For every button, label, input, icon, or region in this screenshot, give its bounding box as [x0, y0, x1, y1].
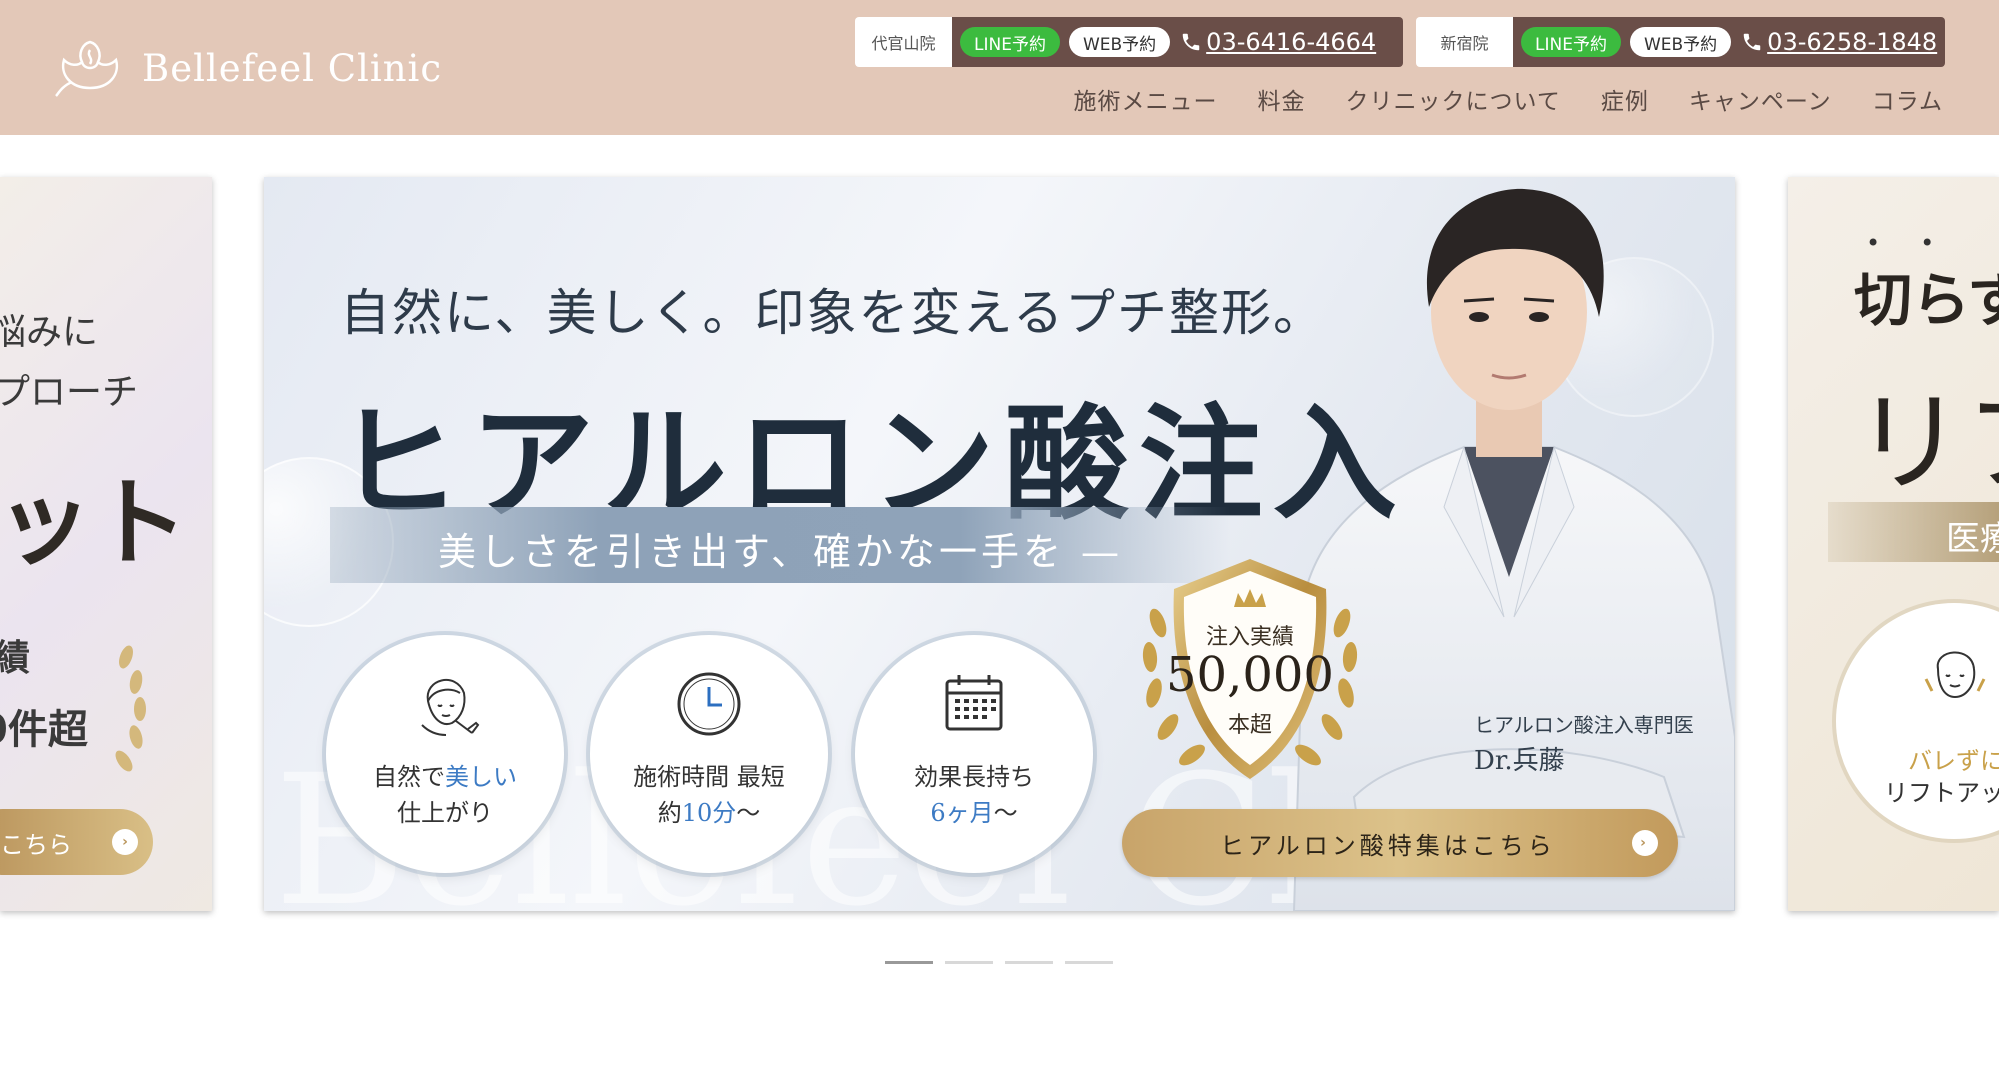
- carousel-slide-next[interactable]: •• 切らず リフ 医療 バレずに リフトアッ: [1788, 177, 1999, 911]
- feature-long-lasting: 効果長持ち 6ヶ月〜: [855, 635, 1093, 873]
- nav-treatment-menu[interactable]: 施術メニュー: [1074, 82, 1218, 116]
- cta-label: ヒアルロン酸特集はこちら: [1220, 831, 1556, 860]
- feature-highlight: 6ヶ月: [930, 799, 994, 827]
- phone-number: 03-6258-1848: [1767, 28, 1938, 56]
- calendar-icon: [945, 675, 1003, 731]
- branch-name: 新宿院: [1416, 17, 1513, 67]
- feature-text: リフトアッ: [1884, 779, 1999, 807]
- feature-natural-beauty: 自然で美しい 仕上がり: [326, 635, 564, 873]
- carousel-dot-2[interactable]: [945, 961, 993, 964]
- feature-text-part: 自然で: [373, 763, 445, 791]
- feature-text: 施術時間 最短 約10分〜: [633, 759, 785, 831]
- phone-icon: [1743, 33, 1761, 51]
- achievement-count: 0件超: [0, 706, 88, 753]
- phone-number: 03-6416-4664: [1206, 28, 1377, 56]
- clock-icon: [677, 672, 741, 736]
- feature-text: 効果長持ち 6ヶ月〜: [914, 759, 1034, 831]
- feature-text-part: 〜: [993, 799, 1018, 827]
- site-header: Bellefeel Clinic 代官山院 LINE予約 WEB予約 03-64…: [0, 0, 1999, 135]
- slide-subtitle: 自然に、美しく。印象を変えるプチ整形。: [340, 284, 1325, 342]
- slide-tagline: 医療: [1946, 519, 1999, 559]
- slide-cta-button[interactable]: こちら ›: [0, 809, 153, 875]
- feature-text-part: 仕上がり: [397, 799, 493, 827]
- nav-campaign[interactable]: キャンペーン: [1689, 82, 1832, 116]
- feature-text-part: 施術時間 最短: [633, 763, 785, 791]
- badge-number: 50,000: [1166, 647, 1334, 703]
- doctor-portrait: [1292, 188, 1735, 911]
- carousel-dot-1[interactable]: [885, 961, 933, 964]
- cta-label: こちら: [0, 830, 72, 859]
- phone-link[interactable]: 03-6258-1848: [1741, 28, 1937, 56]
- carousel-slide-prev[interactable]: 悩みに プローチ ット 績 0件超 こちら ›: [0, 177, 212, 911]
- web-reserve-button[interactable]: WEB予約: [1068, 27, 1171, 57]
- slide-text: プローチ: [0, 372, 139, 413]
- branch-name: 代官山院: [855, 17, 952, 67]
- feature-highlight: バレずに: [1908, 747, 1999, 775]
- carousel-dot-3[interactable]: [1005, 961, 1053, 964]
- feature-text-part: 約: [657, 799, 682, 827]
- feature-text-part: 〜: [736, 799, 761, 827]
- hyaluronic-feature-button[interactable]: ヒアルロン酸特集はこちら ›: [1122, 809, 1678, 877]
- slide-text: 切らず: [1854, 266, 1999, 334]
- nav-pricing[interactable]: 料金: [1258, 82, 1306, 116]
- main-nav: 施術メニュー 料金 クリニックについて 症例 キャンペーン コラム: [1074, 82, 1943, 116]
- nav-column[interactable]: コラム: [1872, 82, 1943, 116]
- line-reserve-button[interactable]: LINE予約: [1521, 27, 1621, 57]
- nav-about-clinic[interactable]: クリニックについて: [1346, 82, 1561, 116]
- laurel-icon: [115, 645, 146, 772]
- badge-unit: 本超: [1227, 713, 1272, 738]
- arrow-right-icon: ›: [1632, 830, 1658, 856]
- phone-link[interactable]: 03-6416-4664: [1180, 28, 1376, 56]
- carousel-dot-4[interactable]: [1065, 961, 1113, 964]
- face-injection-icon: [421, 679, 480, 736]
- face-lift-icon: [1924, 651, 1986, 699]
- slide-text: 悩みに: [0, 312, 99, 353]
- carousel-slide-active[interactable]: Bellefeel Clinic 自然に、美しく。印象を変えるプチ整: [264, 177, 1735, 911]
- feature-text-part: 効果長持ち: [914, 763, 1034, 791]
- branch-daikanyama: 代官山院 LINE予約 WEB予約 03-6416-4664: [855, 17, 1403, 67]
- web-reserve-button[interactable]: WEB予約: [1629, 27, 1732, 57]
- slide-headline: リフ: [1854, 379, 1999, 507]
- doctor-role: ヒアルロン酸注入専門医: [1474, 713, 1694, 737]
- slide-tagline: 美しさを引き出す、確かな一手を —: [438, 530, 1124, 574]
- rose-logo-icon: [55, 40, 119, 97]
- phone-icon: [1182, 33, 1200, 51]
- achievement-label: 績: [0, 637, 31, 679]
- feature-highlight: 美しい: [445, 763, 517, 791]
- arrow-right-icon: ›: [112, 829, 138, 855]
- feature-short-time: 施術時間 最短 約10分〜: [590, 635, 828, 873]
- logo-text: Bellefeel Clinic: [142, 46, 443, 90]
- branch-shinjuku: 新宿院 LINE予約 WEB予約 03-6258-1848: [1416, 17, 1945, 67]
- carousel-indicators: [885, 961, 1113, 964]
- line-reserve-button[interactable]: LINE予約: [960, 27, 1060, 57]
- slide-headline: ット: [0, 466, 188, 579]
- nav-cases[interactable]: 症例: [1601, 82, 1649, 116]
- feature-text: 自然で美しい 仕上がり: [373, 759, 517, 831]
- clinic-logo[interactable]: Bellefeel Clinic: [52, 36, 442, 100]
- feature-highlight: 10分: [681, 799, 737, 827]
- doctor-name: Dr.兵藤: [1474, 746, 1565, 776]
